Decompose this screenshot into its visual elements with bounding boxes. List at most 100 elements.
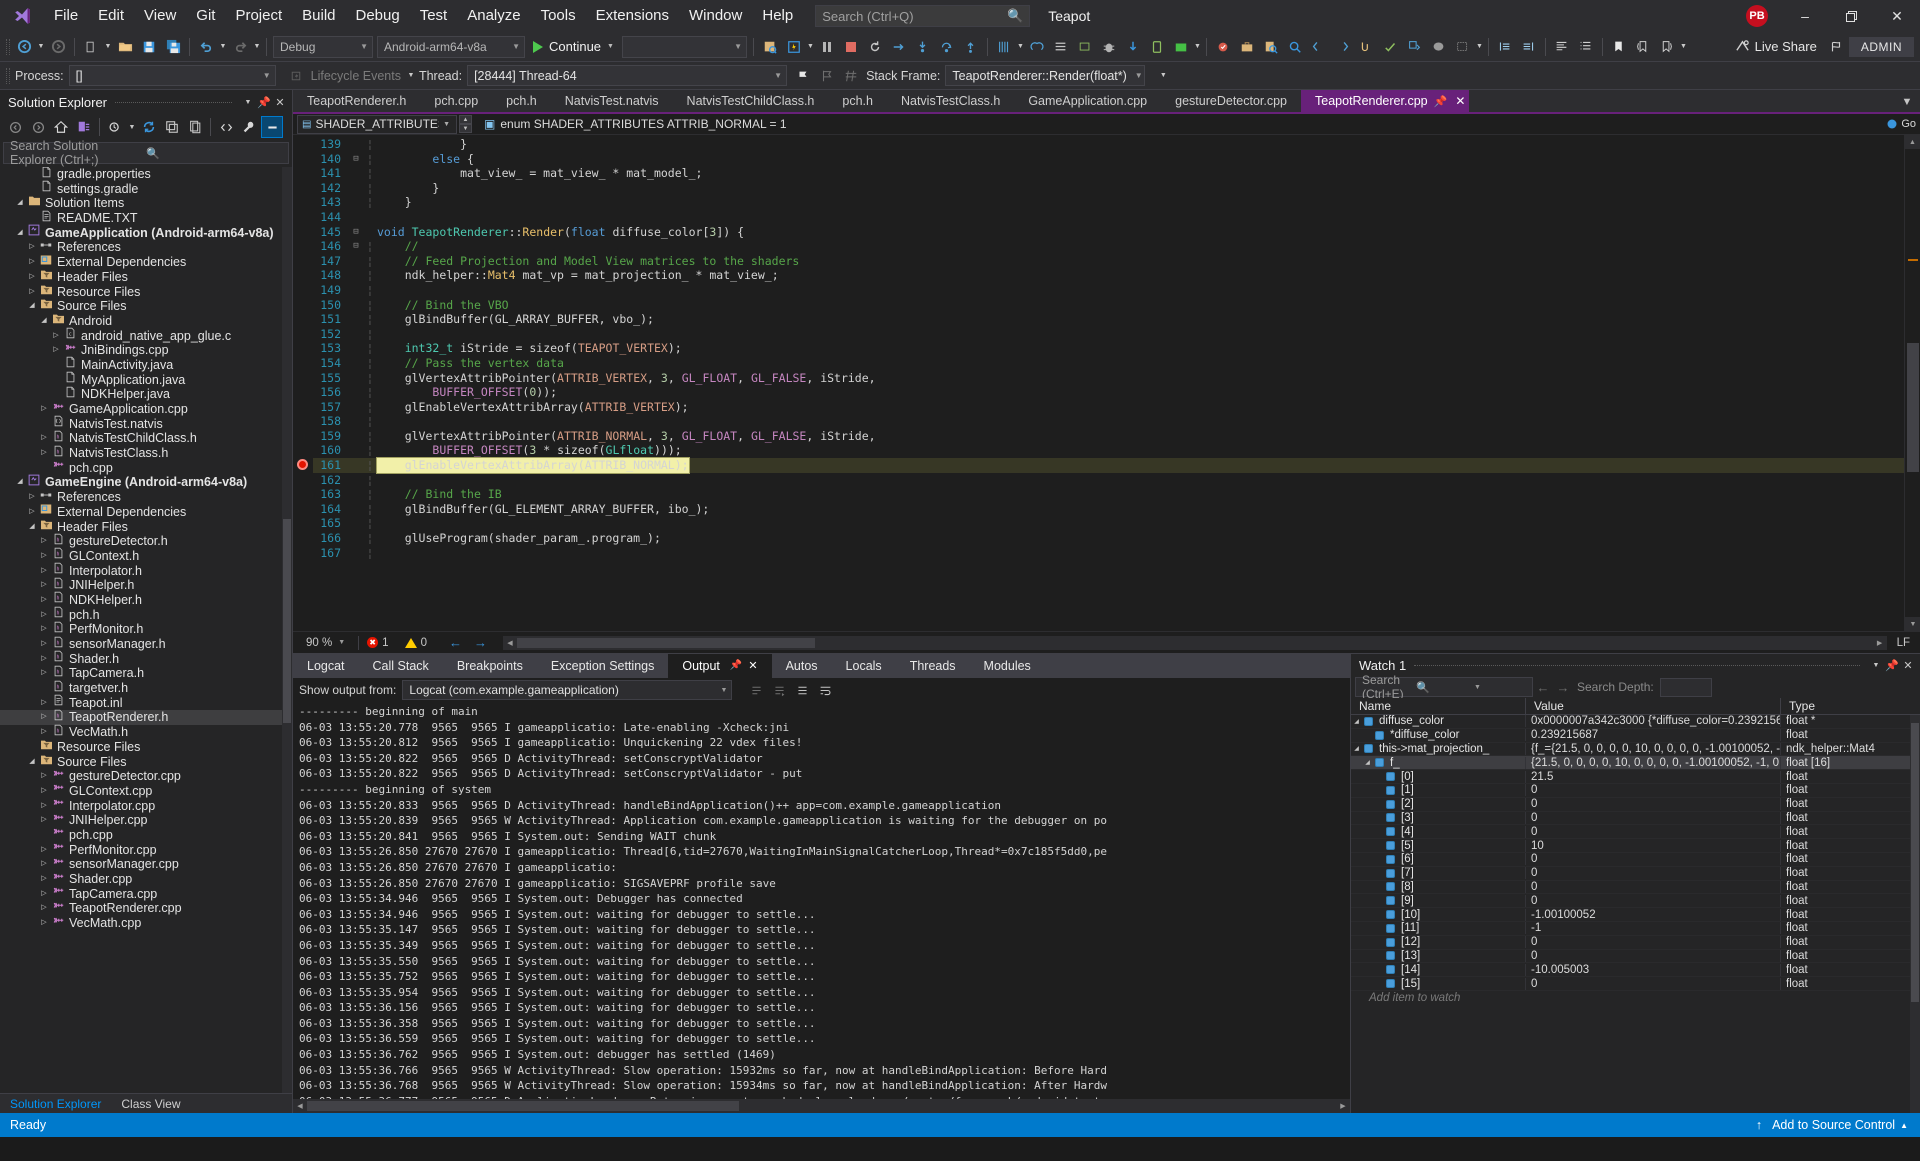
watch-row[interactable]: [15] 0 float <box>1351 977 1920 991</box>
fold-marker[interactable] <box>349 254 363 269</box>
home-icon[interactable] <box>50 116 72 138</box>
fold-marker[interactable] <box>349 312 363 327</box>
chevron-down-icon[interactable]: ▼ <box>607 43 614 50</box>
search-previous-icon[interactable]: ← <box>1533 680 1553 695</box>
solution-tree-item[interactable]: ▷ TeapotRenderer.cpp <box>0 901 292 916</box>
watch-row-value[interactable]: -10.005003 <box>1526 963 1781 976</box>
fold-marker[interactable] <box>349 473 363 488</box>
fold-marker[interactable]: ⊟ <box>349 239 363 254</box>
watch-row-name[interactable]: [8] <box>1351 880 1526 893</box>
watch-row-name[interactable]: [12] <box>1351 936 1526 949</box>
process-dropdown[interactable]: [] ▼ <box>68 65 276 86</box>
solution-tree-item[interactable]: ▷ Resource Files <box>0 285 292 300</box>
code-line[interactable]: 162 ¦ <box>313 473 1904 488</box>
watch-row[interactable]: ◢ f_ {21.5, 0, 0, 0, 0, 10, 0, 0, 0, 0, -1… <box>1351 756 1920 771</box>
watch-row-value[interactable]: 0 <box>1526 867 1781 880</box>
fold-marker[interactable] <box>349 414 363 429</box>
watch-row-name[interactable]: [14] <box>1351 963 1526 976</box>
tree-expander-icon[interactable]: ▷ <box>26 505 38 520</box>
code-line[interactable]: 146 ⊟ ¦ // <box>313 239 1904 254</box>
watch-column-type[interactable]: Type <box>1781 698 1920 714</box>
solution-tree-item[interactable]: ▷ GameApplication.cpp <box>0 402 292 417</box>
watch-expander-icon[interactable]: ◢ <box>1351 745 1362 752</box>
undo-dropdown-icon[interactable]: ▼ <box>218 35 228 59</box>
member-dropdown[interactable]: ▣ enum SHADER_ATTRIBUTES ATTRIB_NORMAL =… <box>478 115 793 134</box>
solution-explorer-search-input[interactable]: Search Solution Explorer (Ctrl+;) 🔍 <box>3 139 289 167</box>
toggle-bookmark-icon[interactable] <box>1607 35 1631 59</box>
navigate-back-nav-icon[interactable] <box>1307 35 1331 59</box>
code-surface[interactable]: 139 ¦ } 140 ⊟ ¦ else {141 ¦ mat_view_ = mat_v… <box>293 135 1920 631</box>
tree-expander-icon[interactable]: ◢ <box>26 755 38 770</box>
document-tab[interactable]: pch.h <box>828 90 887 112</box>
watch-row[interactable]: [0] 21.5 float <box>1351 770 1920 784</box>
watch-row-value[interactable]: 0 <box>1526 798 1781 811</box>
menu-tools[interactable]: Tools <box>531 0 586 32</box>
download-icon[interactable] <box>1121 35 1145 59</box>
output-tab[interactable]: Breakpoints <box>443 654 537 678</box>
thread-dropdown[interactable]: [28444] Thread-64 ▼ <box>467 65 788 86</box>
watch-row-value[interactable]: 0x0000007a342c3000 {*diffuse_color=0.239… <box>1526 715 1781 728</box>
watch-row[interactable]: [3] 0 float <box>1351 811 1920 826</box>
minimize-button[interactable]: – <box>1782 0 1828 32</box>
solution-tree-item[interactable]: ▷ h Interpolator.h <box>0 562 292 579</box>
watch-row-name[interactable]: [9] <box>1351 894 1526 907</box>
code-line[interactable]: 158 ¦ <box>313 414 1904 429</box>
fold-marker[interactable] <box>349 385 363 400</box>
output-tab[interactable]: Logcat <box>293 654 359 678</box>
solution-tree-item[interactable]: ◢ Source Files <box>0 755 292 770</box>
pause-icon[interactable] <box>815 35 839 59</box>
breakpoint-margin[interactable] <box>293 135 313 631</box>
output-hscroll-right-icon[interactable]: ▶ <box>1336 1102 1350 1110</box>
watch-row-value[interactable]: -1.00100052 <box>1526 908 1781 921</box>
code-line[interactable]: 165 ¦ <box>313 516 1904 531</box>
fold-marker[interactable] <box>349 502 363 517</box>
watch-row-value[interactable]: 10 <box>1526 839 1781 852</box>
new-project-icon[interactable] <box>79 35 103 59</box>
solution-tree-item[interactable]: pch.cpp <box>0 828 292 843</box>
solution-tree-item[interactable]: ▷ JNIHelper.cpp <box>0 813 292 828</box>
document-tab[interactable]: TeapotRenderer.h <box>293 90 420 112</box>
fold-marker[interactable] <box>349 546 363 561</box>
step-into-icon[interactable] <box>911 35 935 59</box>
code-line[interactable]: 152 ¦ <box>313 327 1904 342</box>
fold-marker[interactable] <box>349 371 363 386</box>
fold-marker[interactable] <box>349 341 363 356</box>
tree-expander-icon[interactable]: ▷ <box>38 887 50 902</box>
solution-tree-item[interactable]: ◢ Android <box>0 314 292 329</box>
document-tab[interactable]: TeapotRenderer.cpp 📌 ✕ <box>1301 90 1470 112</box>
back-icon[interactable] <box>4 116 26 138</box>
format-selection-icon[interactable] <box>1574 35 1598 59</box>
menu-debug[interactable]: Debug <box>346 0 410 32</box>
refresh-icon[interactable] <box>138 116 160 138</box>
refactor-icon[interactable] <box>1403 35 1427 59</box>
tree-expander-icon[interactable]: ▷ <box>38 608 50 623</box>
watch-row-name[interactable]: [15] <box>1351 977 1526 990</box>
tree-expander-icon[interactable]: ▷ <box>38 916 50 931</box>
watch-row[interactable]: [11] -1 float <box>1351 922 1920 936</box>
chevron-down-icon[interactable]: ▼ <box>1474 684 1528 691</box>
watch-row-name[interactable]: *diffuse_color <box>1351 729 1526 742</box>
navigate-forward-icon[interactable] <box>46 35 70 59</box>
menu-build[interactable]: Build <box>292 0 345 32</box>
tree-expander-icon[interactable]: ▷ <box>38 564 50 579</box>
tree-expander-icon[interactable]: ▷ <box>38 901 50 916</box>
solution-tree-item[interactable]: ▷ sensorManager.cpp <box>0 857 292 872</box>
watch-row[interactable]: [1] 0 float <box>1351 784 1920 798</box>
spinner-up-icon[interactable]: ▲ <box>459 115 472 124</box>
hscroll-track[interactable] <box>516 636 1873 650</box>
tree-expander-icon[interactable]: ▷ <box>38 652 50 667</box>
next-issue-icon[interactable]: → <box>468 635 493 650</box>
menu-view[interactable]: View <box>134 0 186 32</box>
output-hscroll-thumb[interactable] <box>307 1101 740 1111</box>
solution-tree-item[interactable]: ▷ h pch.h <box>0 606 292 623</box>
fold-marker[interactable] <box>349 458 363 473</box>
fold-marker[interactable] <box>349 137 363 152</box>
watch-row-value[interactable]: 0 <box>1526 977 1781 990</box>
solution-tree-item[interactable]: Resource Files <box>0 740 292 755</box>
watch-row-name[interactable]: [13] <box>1351 949 1526 962</box>
watch-row[interactable]: ◢ diffuse_color 0x0000007a342c3000 {*diffu… <box>1351 715 1920 729</box>
solution-tree-scroll-thumb[interactable] <box>283 518 291 723</box>
bookmarks-dropdown-icon[interactable]: ▼ <box>1679 35 1688 59</box>
code-line[interactable]: 141 ¦ mat_view_ = mat_view_ * mat_model_; <box>313 166 1904 181</box>
code-text[interactable]: 139 ¦ } 140 ⊟ ¦ else {141 ¦ mat_view_ = mat_v… <box>313 135 1904 631</box>
